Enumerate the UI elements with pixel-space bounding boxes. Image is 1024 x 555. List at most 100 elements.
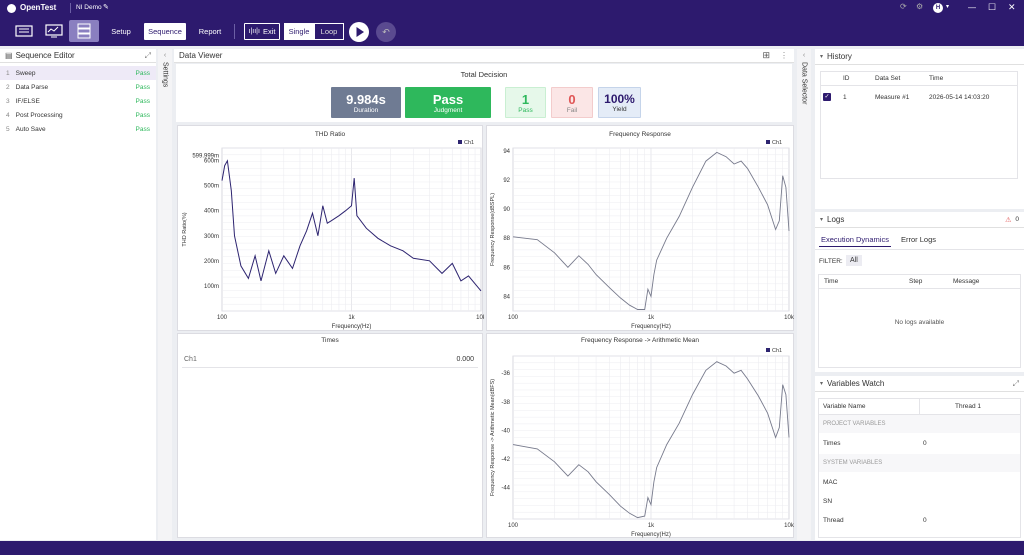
report-button[interactable]: Report [195, 23, 225, 40]
x-tick-label: 10k [784, 523, 795, 529]
y-tick-label: -44 [501, 486, 510, 492]
chevron-left-icon[interactable]: ‹ [164, 52, 166, 59]
sequence-item[interactable]: 1 Sweep Pass [0, 66, 156, 80]
x-tick-label: 1k [648, 315, 655, 321]
avatar[interactable]: H [933, 3, 943, 13]
warning-icon: ⚠ [1005, 216, 1012, 224]
undo-icon[interactable]: ↶ [376, 22, 396, 42]
x-tick-label: 100 [508, 315, 519, 321]
expand-icon[interactable]: ⤢ [1013, 379, 1019, 389]
table-row[interactable]: Times 0 [819, 435, 1020, 451]
more-icon[interactable]: ⋮ [780, 51, 788, 60]
legend-label: Ch1 [772, 140, 782, 146]
sequence-item[interactable]: 4 Post Processing Pass [0, 108, 156, 122]
settings-tab[interactable]: Settings [162, 62, 169, 87]
title-bar: OpenTest NI Demo ✎ ⟳ ⚙ H ▾ — ☐ ✕ [0, 0, 1024, 17]
y-tick-label: 500m [204, 184, 219, 190]
settings-sidebar: ‹ Settings [158, 49, 172, 540]
minimize-icon[interactable]: — [968, 3, 976, 12]
table-row[interactable]: SN [819, 493, 1020, 509]
x-tick-label: 10k [476, 315, 484, 321]
sequence-item[interactable]: 5 Auto Save Pass [0, 122, 156, 136]
grid-layout-icon[interactable]: ⊞ [762, 50, 770, 61]
sequence-button[interactable]: Sequence [144, 23, 186, 40]
tab-execution-dynamics[interactable]: Execution Dynamics [819, 235, 891, 247]
yield-stat: 100% Yield [598, 87, 641, 118]
history-panel: ▾ History ID Data Set Time ✓ 1 Measure #… [815, 49, 1024, 209]
sync-icon[interactable]: ⟳ [900, 2, 907, 11]
sequence-icon[interactable] [69, 20, 99, 42]
thd-ratio-plot[interactable]: 1001k10k100m200m300m400m500m600m599.999m… [178, 126, 484, 332]
y-tick-label: 88 [503, 236, 510, 242]
expand-icon[interactable]: ⤢ [145, 51, 151, 61]
app-name: OpenTest [20, 3, 57, 12]
chevron-down-icon[interactable]: ▾ [820, 53, 823, 60]
chevron-down-icon[interactable]: ▾ [820, 216, 823, 223]
fail-stat: 0 Fail [551, 87, 593, 118]
close-icon[interactable]: ✕ [1008, 2, 1016, 13]
gear-icon[interactable]: ⚙ [916, 2, 923, 11]
y-tick-label: 300m [204, 234, 219, 240]
sequence-editor-panel: ▤ Sequence Editor ⤢ 1 Sweep Pass 2 Data Par… [0, 49, 156, 540]
sequence-item[interactable]: 3 IF/ELSE Pass [0, 94, 156, 108]
sequence-item[interactable]: 2 Data Parse Pass [0, 80, 156, 94]
data-selector-tab[interactable]: Data Selector [801, 62, 808, 104]
monitor-icon[interactable] [40, 20, 68, 42]
x-axis-label: Frequency(Hz) [631, 532, 671, 538]
error-count: 0 [1015, 216, 1019, 223]
app-logo-icon [7, 4, 16, 13]
history-header-row: ID Data Set Time [821, 72, 1017, 86]
history-table: ID Data Set Time ✓ 1 Measure #1 2026-05-… [820, 71, 1018, 179]
maximize-icon[interactable]: ☐ [988, 2, 996, 13]
edit-icon[interactable]: ✎ [103, 3, 109, 11]
collapse-icon[interactable]: ▤ [5, 51, 13, 60]
frequency-response-chart: Frequency Response 100 1k 10k 84 86 88 90 92 94 F… [486, 125, 795, 332]
filter-all-chip[interactable]: All [846, 255, 862, 266]
legend-swatch [458, 140, 462, 144]
legend-label: Ch1 [464, 140, 474, 146]
legend-swatch [766, 140, 770, 144]
arithmetic-mean-plot[interactable]: 100 1k 10k-44-42-40-38-36Frequency(Hz)Freq… [487, 334, 795, 539]
arithmetic-mean-chart: Frequency Response -> Arithmetic Mean 10… [486, 333, 795, 539]
table-row[interactable]: ✓ 1 Measure #1 2026-05-14 14:03:20 [821, 90, 1017, 104]
row-checkbox[interactable]: ✓ [823, 93, 831, 101]
loop-mode-button[interactable]: Loop [314, 23, 344, 40]
chevron-down-icon[interactable]: ▾ [820, 380, 823, 387]
y-tick-label: 94 [503, 149, 510, 155]
x-tick-label: 1k [648, 523, 655, 529]
logs-title: Logs [827, 215, 845, 224]
single-mode-button[interactable]: Single [284, 23, 314, 40]
x-tick-label: 100 [217, 315, 228, 321]
logs-table: Time Step Message No logs available [818, 274, 1021, 368]
x-tick-label: 100 [508, 523, 519, 529]
system-variables-section: SYSTEM VARIABLES [819, 454, 1020, 472]
tab-error-logs[interactable]: Error Logs [901, 235, 936, 244]
y-tick-label: 90 [503, 207, 510, 213]
run-button[interactable] [349, 22, 369, 42]
y-tick-label: 200m [204, 259, 219, 265]
chevron-down-icon[interactable]: ▾ [946, 3, 949, 10]
judgment-stat: Pass Judgment [405, 87, 491, 118]
chevron-left-icon[interactable]: ‹ [803, 52, 805, 59]
frequency-response-plot[interactable]: 100 1k 10k848688909294Frequency(Hz)Frequen… [487, 126, 795, 332]
y-tick-label: -38 [501, 400, 510, 406]
table-row[interactable]: Thread 0 [819, 512, 1020, 528]
table-row[interactable]: MAC [819, 474, 1020, 490]
hardware-icon[interactable] [10, 20, 38, 42]
exit-button[interactable]: ı|ıı|ı Exit [244, 23, 280, 40]
waveform-icon: ı|ıı|ı [248, 28, 260, 35]
times-channel-label: Ch1 [184, 356, 197, 363]
main-toolbar: Setup Sequence Report ı|ıı|ı Exit Single … [0, 17, 1024, 46]
y-tick-label: -36 [501, 371, 510, 377]
setup-button[interactable]: Setup [108, 23, 134, 40]
variables-table: Variable Name Thread 1 PROJECT VARIABLES… [818, 398, 1021, 538]
y-tick-label: -42 [501, 457, 510, 463]
logs-header-row: Time Step Message [819, 275, 1020, 289]
history-title: History [827, 52, 852, 61]
total-decision-title: Total Decision [460, 70, 508, 79]
logs-header: ▾ Logs ⚠ 0 [815, 212, 1024, 228]
variables-watch-panel: ▾ Variables Watch ⤢ Variable Name Thread… [815, 376, 1024, 540]
variables-watch-header: ▾ Variables Watch ⤢ [815, 376, 1024, 392]
status-bar [0, 541, 1024, 555]
duration-stat: 9.984s Duration [331, 87, 401, 118]
